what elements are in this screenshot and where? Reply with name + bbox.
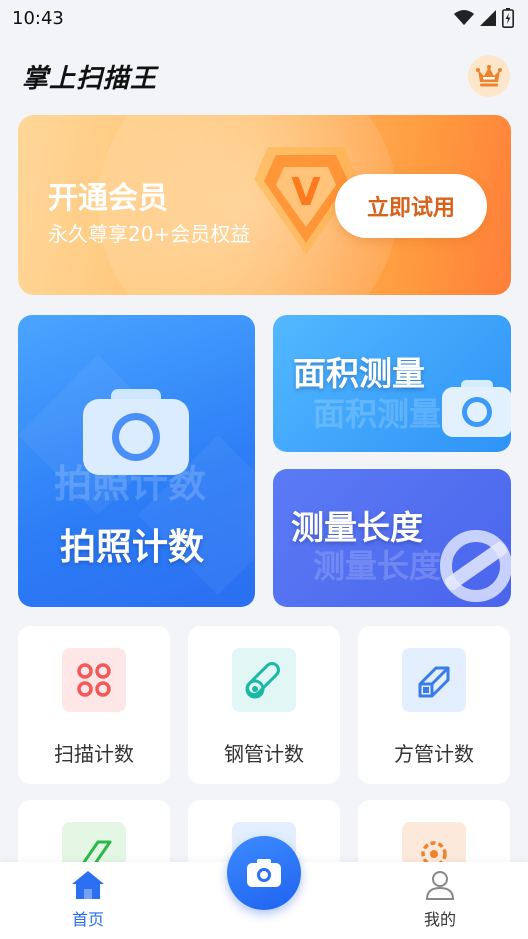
area-measure-label: 面积测量 (293, 354, 425, 393)
tab-home[interactable]: 首页 (48, 870, 128, 930)
tool-card-scan-count[interactable]: 扫描计数 (18, 626, 170, 784)
tool-label: 方管计数 (394, 742, 474, 766)
length-measure-label: 测量长度 (291, 508, 423, 547)
tool-card-square-tube[interactable]: 方管计数 (358, 626, 510, 784)
camera-icon (442, 380, 511, 437)
camera-icon (247, 859, 281, 887)
tool-label: 扫描计数 (54, 742, 134, 766)
scan-count-icon (62, 648, 126, 712)
vip-crown-button[interactable] (468, 55, 510, 97)
battery-icon (502, 8, 514, 28)
signal-icon (480, 10, 496, 26)
vip-subtitle: 永久尊享20+会员权益 (48, 222, 251, 246)
status-time: 10:43 (12, 7, 64, 29)
home-icon (72, 871, 104, 899)
area-measure-card[interactable]: 面积测量 面积测量 (273, 315, 511, 452)
photo-count-label: 拍照计数 (60, 527, 205, 568)
app-title: 掌上扫描王 (22, 63, 158, 94)
vip-title: 开通会员 (48, 181, 168, 216)
status-icons (454, 8, 514, 28)
tool-card-steel-pipe[interactable]: 钢管计数 (188, 626, 340, 784)
camera-icon (83, 389, 189, 475)
tab-mine-label: 我的 (423, 910, 456, 929)
length-measure-card[interactable]: 测量长度 测量长度 (273, 469, 511, 607)
wifi-icon (454, 10, 474, 25)
user-icon (425, 871, 455, 900)
square-tube-icon (402, 648, 466, 712)
header: 掌上扫描王 (0, 48, 528, 104)
status-bar: 10:43 (0, 0, 528, 36)
tab-mine[interactable]: 我的 (400, 870, 480, 930)
vip-badge-letter: V (291, 170, 321, 214)
try-now-button[interactable]: 立即试用 (335, 174, 487, 238)
crown-icon (476, 65, 502, 87)
photo-count-card[interactable]: 拍照计数 拍照计数 (18, 315, 255, 607)
area-measure-watermark: 面积测量 (313, 395, 442, 433)
ruler-icon (440, 530, 511, 602)
camera-fab-button[interactable] (227, 836, 301, 910)
tool-label: 钢管计数 (224, 742, 304, 766)
tab-home-label: 首页 (71, 910, 104, 929)
steel-pipe-icon (232, 648, 296, 712)
